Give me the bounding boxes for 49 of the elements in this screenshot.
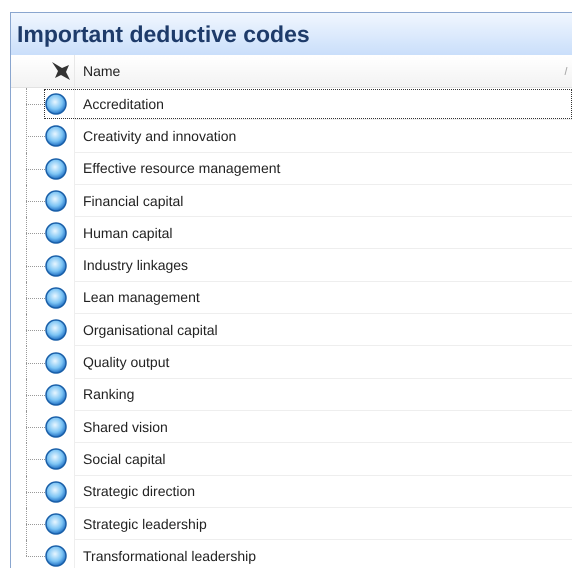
code-name: Lean management	[83, 289, 200, 306]
code-name: Human capital	[83, 224, 172, 241]
code-name: Shared vision	[83, 418, 168, 435]
tree-item[interactable]: Social capital	[11, 443, 572, 476]
code-icon	[45, 513, 67, 535]
tree-item[interactable]: Industry linkages	[11, 249, 572, 282]
sort-icon	[564, 67, 568, 75]
code-icon	[45, 384, 67, 406]
code-name: Creativity and innovation	[83, 128, 236, 144]
code-name: Strategic direction	[83, 483, 196, 500]
code-icon	[45, 222, 67, 244]
code-icon	[45, 93, 67, 116]
tree-item[interactable]: Strategic leadership	[11, 508, 572, 540]
code-icon	[45, 254, 67, 277]
code-icon	[45, 319, 67, 342]
code-icon	[45, 125, 67, 148]
panel-title: Important deductive codes	[17, 20, 310, 48]
code-name: Ranking	[83, 386, 134, 402]
pin-icon	[50, 60, 72, 82]
tree-item[interactable]: Transformational leadership	[11, 540, 572, 568]
code-icon	[45, 448, 67, 470]
tree-item[interactable]: Human capital	[11, 217, 572, 250]
tree-item[interactable]: Strategic direction	[11, 476, 572, 508]
code-icon	[45, 158, 67, 180]
code-icon	[45, 286, 67, 309]
tree-item[interactable]: Financial capital	[11, 184, 572, 218]
tree-item[interactable]: Lean management	[11, 282, 572, 314]
tree-item[interactable]: Shared vision	[11, 410, 572, 444]
tree-item[interactable]: Ranking	[11, 378, 572, 411]
column-header[interactable]: Name	[11, 55, 572, 88]
code-name: Effective resource management	[83, 160, 280, 176]
code-name: Industry linkages	[83, 257, 188, 274]
tree-item[interactable]: Creativity and innovation	[11, 120, 572, 153]
code-name: Accreditation	[83, 96, 164, 112]
code-icon	[45, 416, 67, 438]
code-icon	[45, 545, 67, 568]
code-icon	[45, 190, 67, 212]
code-icon	[45, 352, 67, 374]
code-icon	[45, 480, 67, 503]
code-name: Organisational capital	[83, 322, 218, 338]
code-name: Strategic leadership	[83, 516, 207, 532]
tree-item[interactable]: Organisational capital	[11, 314, 572, 346]
tree-item[interactable]: Quality output	[11, 346, 572, 379]
code-name: Financial capital	[83, 192, 184, 209]
code-name: Transformational leadership	[83, 548, 256, 564]
tree-item[interactable]: Effective resource management	[11, 152, 572, 185]
column-label: Name	[83, 63, 120, 79]
code-name: Social capital	[83, 450, 166, 467]
code-name: Quality output	[83, 354, 170, 370]
